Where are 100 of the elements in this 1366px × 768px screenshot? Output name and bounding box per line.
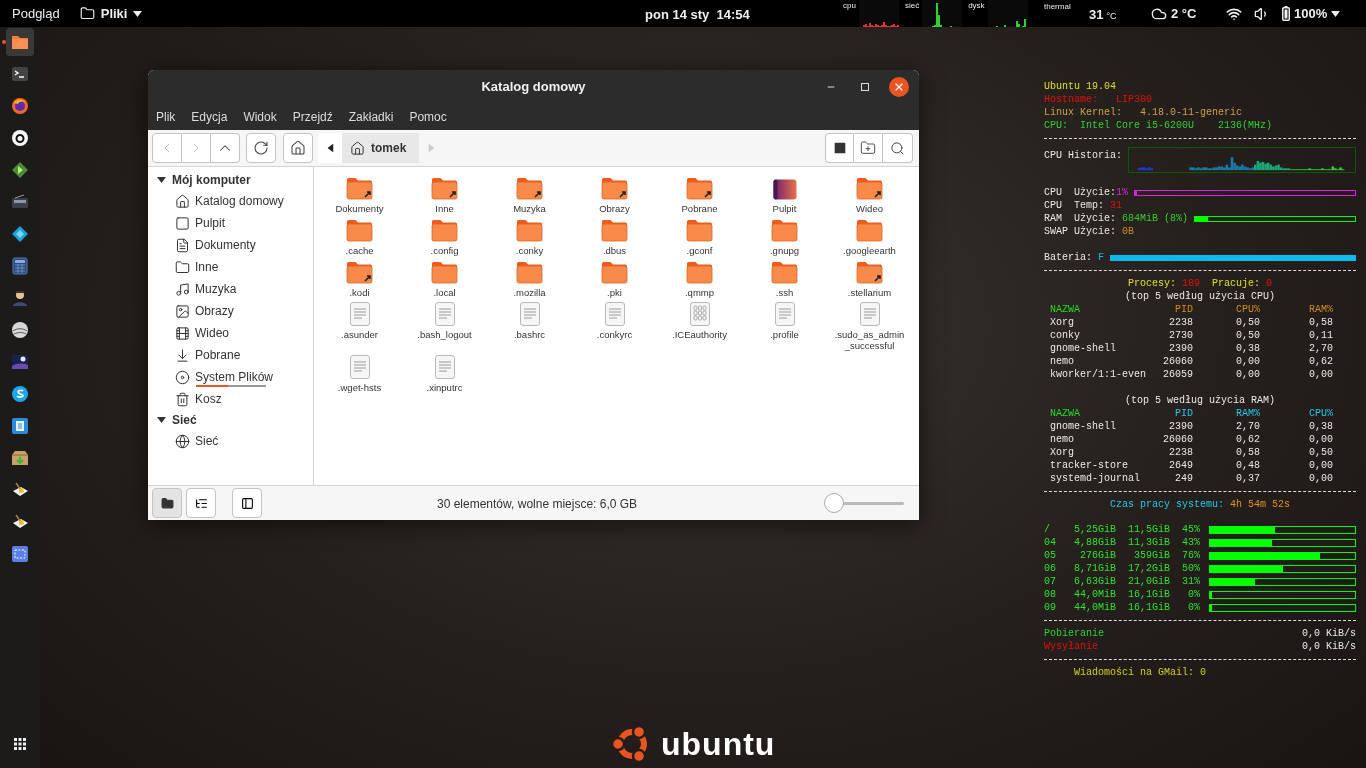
zoom-slider-thumb[interactable]: [824, 492, 845, 513]
sidebar-item[interactable]: Dokumenty: [148, 234, 313, 256]
file-item[interactable]: Obrazy: [572, 175, 657, 214]
cpu-history-label: CPU Historia:: [1044, 149, 1122, 162]
sidebar-item[interactable]: Obrazy: [148, 300, 313, 322]
folder-icon: [601, 261, 628, 284]
folder-icon: [346, 219, 373, 242]
close-button[interactable]: [889, 77, 909, 97]
file-item[interactable]: .kodi: [317, 259, 402, 298]
file-item[interactable]: .mozilla: [487, 259, 572, 298]
file-item[interactable]: .gnupg: [742, 217, 827, 256]
file-item[interactable]: Pobrane: [657, 175, 742, 214]
breadcrumb-button[interactable]: tomek: [342, 133, 419, 163]
file-item[interactable]: .xinputrc: [402, 354, 487, 393]
folder-icon: [79, 6, 95, 21]
file-item[interactable]: .gconf: [657, 217, 742, 256]
file-item[interactable]: .googleearth: [827, 217, 912, 256]
monitor-label: dysk: [968, 1, 985, 11]
file-item[interactable]: Inne: [402, 175, 487, 214]
file-item[interactable]: .asunder: [317, 301, 402, 351]
file-item[interactable]: .profile: [742, 301, 827, 351]
activities-button[interactable]: Podgląd: [12, 3, 60, 24]
sidebar-item[interactable]: Sieć: [148, 430, 313, 452]
file-item[interactable]: .bashrc: [487, 301, 572, 351]
places-view-button[interactable]: [152, 488, 182, 518]
file-item[interactable]: .bash_logout: [402, 301, 487, 351]
file-item[interactable]: .pki: [572, 259, 657, 298]
running-value: 0: [1266, 277, 1273, 290]
file-item[interactable]: Pulpit: [742, 175, 827, 214]
menu-item[interactable]: Edycja: [191, 108, 228, 126]
table-cell-text: 2649: [1168, 459, 1193, 472]
column-header: CPU%: [1235, 303, 1260, 316]
sidebar-section-header[interactable]: Sieć: [148, 410, 197, 430]
file-item[interactable]: .ICEauthority: [657, 301, 742, 351]
sidebar-item[interactable]: Wideo: [148, 322, 313, 344]
sidebar-item[interactable]: Katalog domowy: [148, 190, 313, 212]
sidebar-toggle-button[interactable]: [232, 488, 262, 518]
terminal-icon: [831, 140, 848, 156]
table-title: (top 5 według użycia RAM): [1125, 395, 1275, 406]
diamond-logo-icon: [11, 225, 29, 243]
browser-icon: [11, 97, 29, 115]
status-text: 30 elementów, wolne miejsce: 6,0 GB: [437, 496, 638, 513]
download-label: Pobieranie: [1044, 627, 1104, 640]
table-cell-text: nemo: [1050, 355, 1075, 368]
tree-view-button[interactable]: [186, 488, 216, 518]
terminal-button[interactable]: [825, 133, 854, 163]
file-item[interactable]: .dbus: [572, 217, 657, 256]
disk-percent: 45%: [1181, 523, 1200, 536]
caret-icon: [1331, 10, 1341, 17]
sidebar-item[interactable]: Kosz: [148, 388, 313, 410]
table-cell-text: 26060: [1162, 355, 1193, 368]
app-menu[interactable]: Pliki: [79, 3, 143, 24]
home-icon: [175, 193, 190, 209]
battery-label: Bateria:: [1044, 251, 1092, 264]
folder-shortcut-icon: [346, 177, 373, 200]
file-item[interactable]: Dokumenty: [317, 175, 402, 214]
breadcrumb-back-button[interactable]: [318, 133, 342, 163]
menu-item[interactable]: Pomoc: [409, 108, 447, 126]
file-item[interactable]: .qmmp: [657, 259, 742, 298]
sidebar-item[interactable]: Muzyka: [148, 278, 313, 300]
upload-label: Wysyłanie: [1044, 640, 1098, 653]
file-item[interactable]: .conky: [487, 217, 572, 256]
menu-item[interactable]: Plik: [156, 108, 176, 126]
file-item[interactable]: Muzyka: [487, 175, 572, 214]
file-item[interactable]: .local: [402, 259, 487, 298]
document-icon: [11, 417, 29, 435]
home-button[interactable]: [283, 133, 313, 163]
ram-usage-value: 684MiB (8%): [1122, 212, 1189, 225]
new-folder-button[interactable]: [854, 133, 883, 163]
file-item[interactable]: .wget-hsts: [317, 354, 402, 393]
file-item[interactable]: .ssh: [742, 259, 827, 298]
table-cell-text: tracker-store: [1050, 459, 1129, 472]
menu-item[interactable]: Widok: [243, 108, 277, 126]
folder-shortcut-icon: [431, 177, 458, 200]
weather-indicator[interactable]: 2 °C: [1151, 4, 1197, 24]
sidebar-item[interactable]: System Plików: [148, 366, 313, 388]
table-cell-text: 0,37: [1235, 472, 1260, 485]
menu-item[interactable]: Zakładki: [348, 108, 394, 126]
file-item[interactable]: .conkyrc: [572, 301, 657, 351]
sidebar-item[interactable]: Pobrane: [148, 344, 313, 366]
menu-item[interactable]: Przejdź: [292, 108, 333, 126]
file-item[interactable]: Wideo: [827, 175, 912, 214]
clock[interactable]: pon 14 sty 14:54: [645, 5, 750, 25]
file-item[interactable]: .stellarium: [827, 259, 912, 298]
folder-icon: [431, 219, 458, 242]
disk-size: 17,2GiB: [1127, 562, 1170, 575]
disk-mount: 07: [1044, 575, 1057, 588]
chat-bubble-icon: [11, 385, 29, 403]
table-cell-text: 0,38: [1235, 342, 1260, 355]
file-item[interactable]: .cache: [317, 217, 402, 256]
file-item[interactable]: .config: [402, 217, 487, 256]
sidebar-item[interactable]: Pulpit: [148, 212, 313, 234]
reload-button[interactable]: [246, 133, 276, 163]
sidebar-section-header[interactable]: Mój komputer: [148, 170, 251, 190]
disk-size: 11,5GiB: [1127, 523, 1170, 536]
sidebar-item[interactable]: Inne: [148, 256, 313, 278]
table-cell-text: 0,50: [1235, 329, 1260, 342]
system-menu[interactable]: 100%: [1226, 4, 1341, 24]
file-item[interactable]: .sudo_as_admin_successful: [827, 301, 912, 351]
search-button[interactable]: [883, 133, 913, 163]
